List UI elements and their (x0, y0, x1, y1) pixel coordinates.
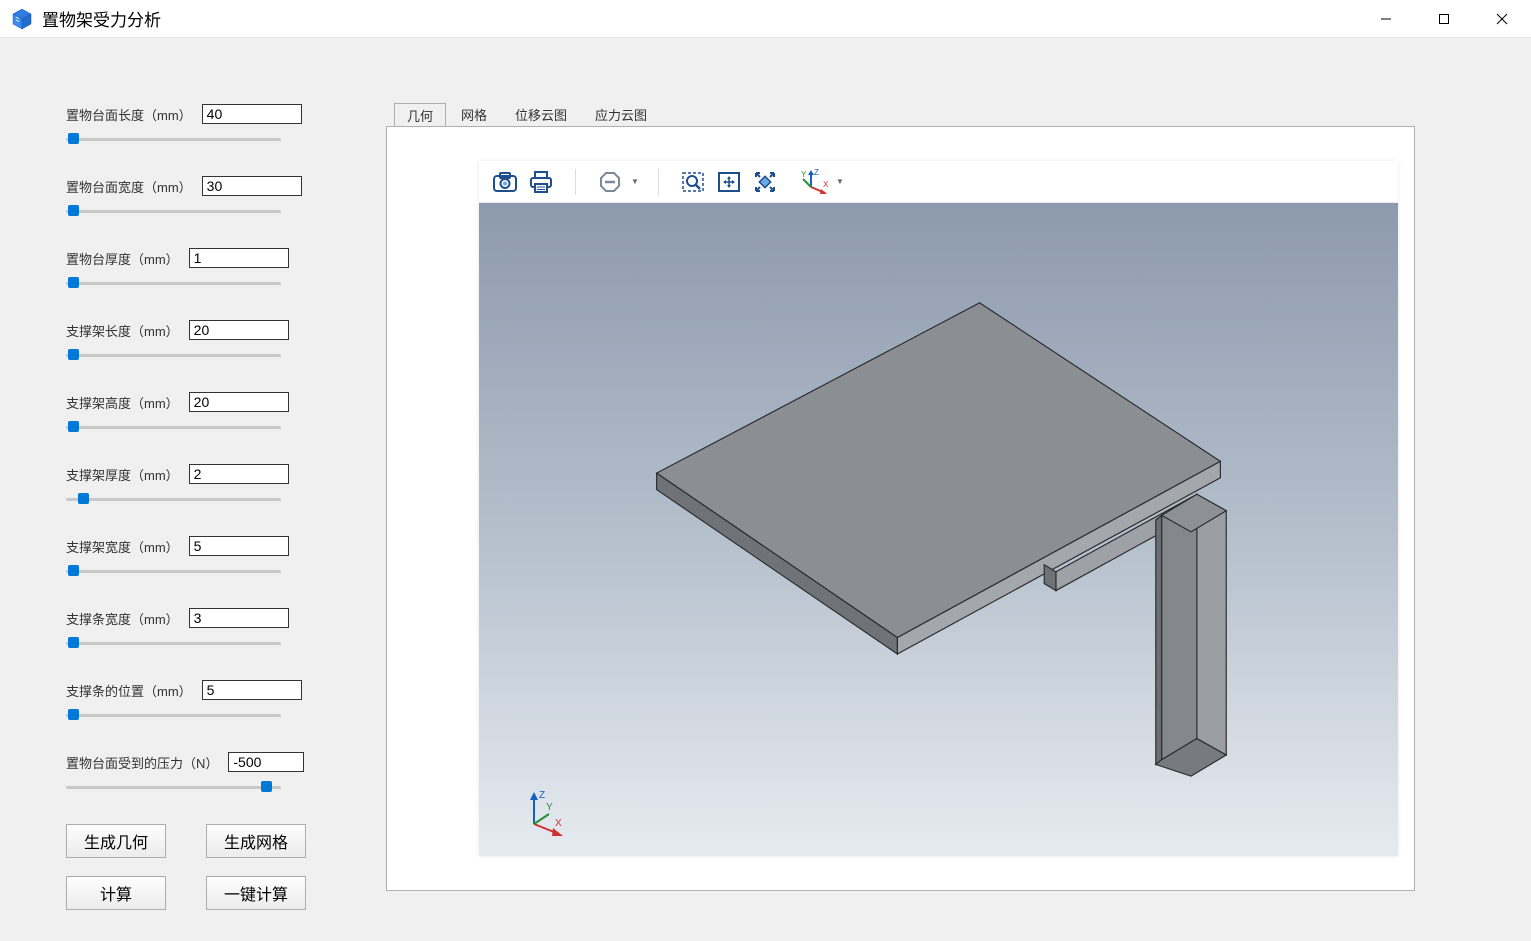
screenshot-icon[interactable] (489, 166, 521, 198)
svg-text:Y: Y (546, 802, 553, 813)
shelf-width-slider[interactable] (66, 202, 281, 220)
support-height-slider[interactable] (66, 418, 281, 436)
bar-width-input[interactable] (189, 608, 289, 628)
param-support-width: 支撑架宽度（mm） (66, 536, 346, 580)
support-height-input[interactable] (189, 392, 289, 412)
param-label: 置物台厚度（mm） (66, 249, 179, 268)
svg-text:Z: Z (539, 790, 545, 801)
shelf-thickness-input[interactable] (189, 248, 289, 268)
support-length-input[interactable] (189, 320, 289, 340)
pressure-input[interactable] (228, 752, 304, 772)
print-icon[interactable] (525, 166, 557, 198)
close-button[interactable] (1473, 0, 1531, 38)
axis-orientation-icon[interactable]: Z X Y (799, 166, 831, 198)
support-width-slider[interactable] (66, 562, 281, 580)
param-label: 支撑架厚度（mm） (66, 465, 179, 484)
3d-viewport[interactable]: Z X Y (479, 203, 1398, 856)
param-bar-width: 支撑条宽度（mm） (66, 608, 346, 652)
param-label: 支撑架高度（mm） (66, 393, 179, 412)
param-label: 置物台面长度（mm） (66, 105, 192, 124)
minimize-button[interactable] (1357, 0, 1415, 38)
param-label: 支撑条的位置（mm） (66, 681, 192, 700)
generate-mesh-button[interactable]: 生成网格 (206, 824, 306, 858)
axis-x-label: X (823, 180, 829, 189)
viewport-panel: 几何 网格 位移云图 应力云图 (386, 44, 1525, 935)
viewport-toolbar: ▼ (479, 161, 1398, 203)
dropdown-caret-icon[interactable]: ▼ (835, 177, 845, 186)
zoom-extents-icon[interactable] (749, 166, 781, 198)
param-support-height: 支撑架高度（mm） (66, 392, 346, 436)
app-icon (10, 7, 34, 31)
param-label: 支撑条宽度（mm） (66, 609, 179, 628)
title-bar: 置物架受力分析 (0, 0, 1531, 38)
maximize-button[interactable] (1415, 0, 1473, 38)
pressure-slider[interactable] (66, 778, 281, 796)
tab-geometry[interactable]: 几何 (394, 103, 446, 127)
axis-z-label: Z (814, 169, 819, 177)
shelf-thickness-slider[interactable] (66, 274, 281, 292)
zoom-window-icon[interactable] (677, 166, 709, 198)
dropdown-caret-icon[interactable]: ▼ (630, 177, 640, 186)
one-click-compute-button[interactable]: 一键计算 (206, 876, 306, 910)
param-label: 支撑架长度（mm） (66, 321, 179, 340)
param-shelf-thickness: 置物台厚度（mm） (66, 248, 346, 292)
window-title: 置物架受力分析 (42, 6, 161, 31)
support-thickness-slider[interactable] (66, 490, 281, 508)
param-label: 支撑架宽度（mm） (66, 537, 179, 556)
viewport-tabs: 几何 网格 位移云图 应力云图 (394, 102, 1415, 126)
support-length-slider[interactable] (66, 346, 281, 364)
svg-text:X: X (555, 818, 562, 829)
shelf-length-input[interactable] (202, 104, 302, 124)
shelf-width-input[interactable] (202, 176, 302, 196)
no-entry-icon[interactable] (594, 166, 626, 198)
param-bar-position: 支撑条的位置（mm） (66, 680, 346, 724)
axis-gizmo: Z X Y (519, 786, 569, 836)
param-label: 置物台面受到的压力（N） (66, 753, 218, 772)
support-width-input[interactable] (189, 536, 289, 556)
support-thickness-input[interactable] (189, 464, 289, 484)
axis-y-label: Y (801, 170, 807, 179)
shelf-length-slider[interactable] (66, 130, 281, 148)
generate-geometry-button[interactable]: 生成几何 (66, 824, 166, 858)
param-label: 置物台面宽度（mm） (66, 177, 192, 196)
param-pressure: 置物台面受到的压力（N） (66, 752, 346, 796)
param-shelf-width: 置物台面宽度（mm） (66, 176, 346, 220)
tab-displacement[interactable]: 位移云图 (502, 102, 580, 126)
bar-position-slider[interactable] (66, 706, 281, 724)
param-shelf-length: 置物台面长度（mm） (66, 104, 346, 148)
tab-stress[interactable]: 应力云图 (582, 102, 660, 126)
param-support-thickness: 支撑架厚度（mm） (66, 464, 346, 508)
main-content: 置物台面长度（mm） 置物台面宽度（mm） 置物台厚度（mm） (0, 38, 1531, 941)
parameters-panel: 置物台面长度（mm） 置物台面宽度（mm） 置物台厚度（mm） (6, 44, 386, 935)
tab-mesh[interactable]: 网格 (448, 102, 500, 126)
bar-position-input[interactable] (202, 680, 302, 700)
viewport-frame: ▼ (386, 126, 1415, 891)
param-support-length: 支撑架长度（mm） (66, 320, 346, 364)
compute-button[interactable]: 计算 (66, 876, 166, 910)
fit-view-icon[interactable] (713, 166, 745, 198)
bar-width-slider[interactable] (66, 634, 281, 652)
